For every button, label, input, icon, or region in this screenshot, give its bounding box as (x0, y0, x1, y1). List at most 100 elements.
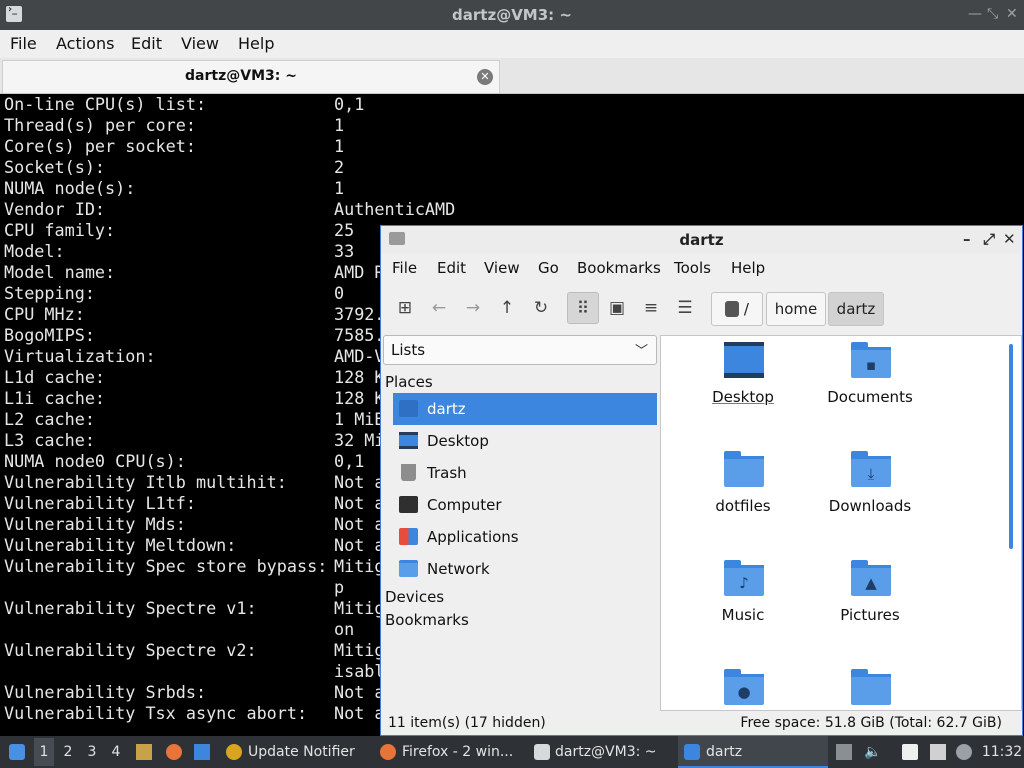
place-dartz[interactable]: dartz (393, 393, 657, 425)
folder-item-public[interactable]: ● (683, 663, 803, 710)
task-terminal[interactable]: dartz@VM3: ~ (528, 736, 674, 768)
fm-titlebar[interactable]: dartz – ⤢ ✕ (381, 226, 1022, 254)
menu-bookmarks[interactable]: Bookmarks (577, 259, 661, 277)
compact-view-icon[interactable]: ≡ (635, 292, 667, 324)
terminal-tab-label: dartz@VM3: ~ (185, 68, 297, 84)
chevron-down-icon: ﹀ (634, 344, 648, 359)
workspace-1[interactable]: 1 (34, 738, 54, 766)
workspace-2[interactable]: 2 (58, 738, 78, 766)
maximize-icon[interactable]: ⤡ (987, 6, 998, 22)
folder-item-label: Downloads (828, 497, 912, 515)
removable-media-icon[interactable] (836, 744, 852, 760)
close-icon[interactable]: ✕ (1006, 6, 1018, 22)
show-desktop-icon[interactable] (194, 744, 210, 760)
place-trash[interactable]: Trash (393, 457, 657, 489)
task-file-manager[interactable]: dartz (678, 736, 828, 768)
place-network[interactable]: Network (393, 553, 657, 585)
free-space: Free space: 51.8 GiB (Total: 62.7 GiB) (740, 715, 1002, 731)
up-icon[interactable]: ↑ (491, 292, 523, 324)
terminal-line-value: Not a (334, 493, 385, 513)
terminal-line-key: L2 cache: (4, 409, 95, 429)
menu-file[interactable]: File (392, 259, 417, 277)
menu-help[interactable]: Help (238, 34, 274, 53)
terminal-titlebar[interactable]: dartz@VM3: ~ — ⤡ ✕ (0, 0, 1024, 30)
menu-edit[interactable]: Edit (437, 259, 466, 277)
vertical-scrollbar[interactable] (1009, 344, 1013, 549)
maximize-icon[interactable]: ⤢ (983, 230, 995, 248)
clock[interactable]: 11:32 (980, 736, 1024, 768)
path-crumb-home[interactable]: home (766, 292, 826, 326)
terminal-line-value: 33 (334, 241, 355, 261)
tab-close-icon[interactable]: ✕ (477, 69, 493, 85)
update-status-icon[interactable] (956, 744, 972, 760)
menu-actions[interactable]: Actions (56, 34, 114, 53)
item-count: 11 item(s) (17 hidden) (388, 715, 546, 731)
folder-icon (851, 669, 891, 705)
terminal-line-key: NUMA node0 CPU(s): (4, 451, 186, 471)
workspace-4[interactable]: 4 (106, 738, 126, 766)
workspace-3[interactable]: 3 (82, 738, 102, 766)
file-manager-window: dartz – ⤢ ✕ File Edit View Go Bookmarks … (380, 225, 1023, 736)
place-desktop[interactable]: Desktop (393, 425, 657, 457)
menu-view[interactable]: View (484, 259, 520, 277)
folder-item-downloads[interactable]: ⤓ Downloads (810, 445, 930, 545)
menu-tools[interactable]: Tools (674, 259, 711, 277)
folder-item-documents[interactable]: ▪ Documents (810, 336, 930, 436)
firefox-launcher-icon[interactable] (166, 744, 182, 760)
terminal-line-key: Vulnerability Spectre v2: (4, 640, 257, 660)
menu-go[interactable]: Go (538, 259, 559, 277)
terminal-line-key: Model: (4, 241, 65, 261)
task-update-notifier[interactable]: Update Notifier (220, 736, 370, 768)
folder-item-dotfiles[interactable]: dotfiles (683, 445, 803, 545)
menu-edit[interactable]: Edit (131, 34, 162, 53)
back-icon[interactable]: ← (423, 292, 455, 324)
section-devices[interactable]: Devices (385, 588, 444, 606)
folder-item-desktop[interactable]: Desktop (683, 336, 803, 436)
thumbnail-view-icon[interactable]: ▣ (601, 292, 633, 324)
terminal-line-key: L1i cache: (4, 388, 106, 408)
file-manager-launcher-icon[interactable] (136, 744, 152, 760)
minimize-icon[interactable]: — (968, 6, 982, 22)
reload-icon[interactable]: ↻ (525, 292, 557, 324)
terminal-line-key: L3 cache: (4, 430, 95, 450)
terminal-line-key: Socket(s): (4, 157, 106, 177)
network-icon[interactable] (930, 744, 946, 760)
place-computer[interactable]: Computer (393, 489, 657, 521)
section-bookmarks[interactable]: Bookmarks (385, 611, 469, 629)
section-places[interactable]: Places (385, 373, 433, 391)
terminal-line-key: Thread(s) per core: (4, 115, 196, 135)
start-menu-button[interactable] (4, 736, 30, 768)
terminal-line-value: p (334, 577, 345, 597)
terminal-line-key: Model name: (4, 262, 116, 282)
terminal-line-value: AuthenticAMD (334, 199, 456, 219)
path-crumb-dartz[interactable]: dartz (828, 292, 884, 326)
new-tab-icon[interactable]: ⊞ (389, 292, 421, 324)
folder-item-music[interactable]: ♪ Music (683, 554, 803, 654)
fm-menubar: File Edit View Go Bookmarks Tools Help (381, 254, 1022, 282)
folder-icon (684, 744, 700, 760)
folder-item-label: dotfiles (715, 497, 771, 515)
folder-item-templates[interactable] (810, 663, 930, 710)
task-firefox[interactable]: Firefox - 2 win... (374, 736, 524, 768)
forward-icon[interactable]: → (457, 292, 489, 324)
downloads-folder-icon: ⤓ (851, 451, 891, 487)
terminal-line-key: BogoMIPS: (4, 325, 95, 345)
clipboard-icon[interactable] (902, 744, 918, 760)
terminal-tab[interactable]: dartz@VM3: ~ ✕ (2, 60, 500, 93)
menu-help[interactable]: Help (731, 259, 765, 277)
minimize-icon[interactable]: – (963, 230, 971, 248)
menu-file[interactable]: File (10, 34, 37, 53)
folder-item-pictures[interactable]: ▲ Pictures (810, 554, 930, 654)
close-icon[interactable]: ✕ (1003, 230, 1016, 248)
folder-icon (724, 451, 764, 487)
detailed-list-view-icon[interactable]: ☰ (669, 292, 701, 324)
volume-icon[interactable]: 🔈 (864, 744, 881, 760)
side-pane-mode-select[interactable]: Lists ﹀ (383, 335, 657, 365)
fm-folder-view[interactable]: Desktop ▪ Documents dotfiles ⤓ Downloads… (660, 335, 1022, 711)
path-root-button[interactable]: / (711, 292, 763, 326)
menu-view[interactable]: View (181, 34, 219, 53)
icon-view-icon[interactable]: ⠿ (567, 292, 599, 324)
place-applications[interactable]: Applications (393, 521, 657, 553)
applications-icon (399, 528, 418, 545)
terminal-line-key: Stepping: (4, 283, 95, 303)
